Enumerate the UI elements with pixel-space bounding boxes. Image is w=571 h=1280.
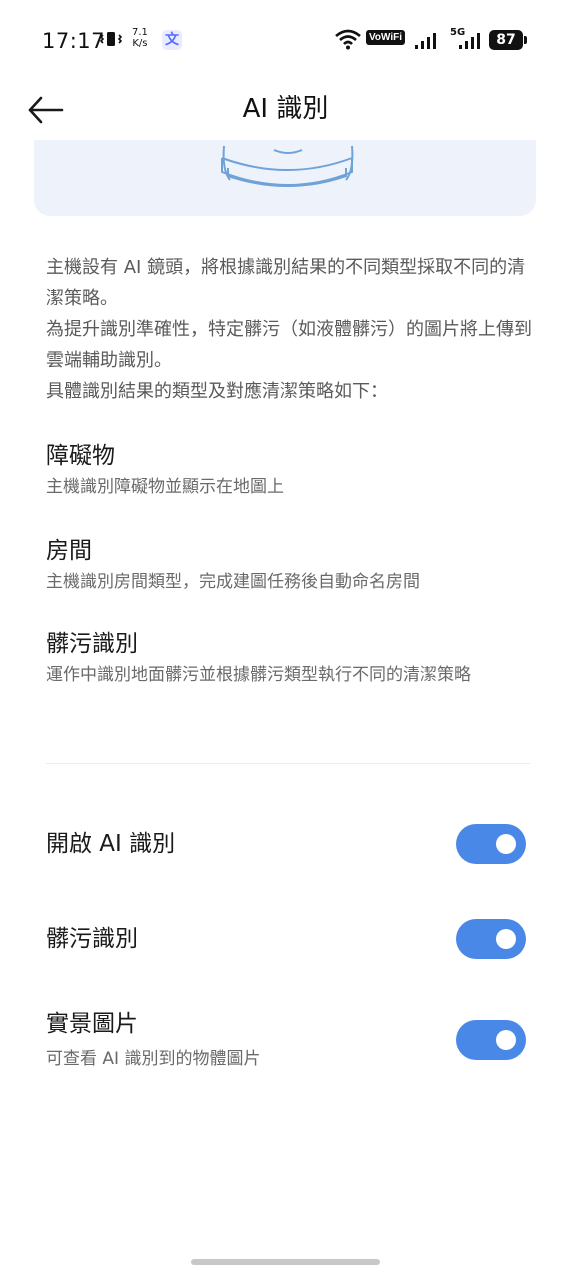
toggle-knob [496,929,516,949]
status-time: 17:17 [42,29,106,53]
signal-icon-1 [414,31,442,53]
setting-label: 實景圖片 [46,1011,138,1037]
live-photos-toggle[interactable] [456,1020,526,1060]
type-desc: 主機識別房間類型，完成建圖任務後自動命名房間 [46,572,420,592]
type-desc: 運作中識別地面髒污並根據髒污類型執行不同的清潔策略 [46,665,471,685]
ai-recognition-toggle[interactable] [456,824,526,864]
setting-label: 開啟 AI 識別 [46,831,176,857]
type-title: 房間 [46,538,92,564]
status-bar: 17:17 7.1 K/s 文 VoWiFi 5G 87 [0,0,571,80]
type-item-dirt: 髒污識別 運作中識別地面髒污並根據髒污類型執行不同的清潔策略 [46,628,536,688]
description-paragraph: 具體識別結果的類型及對應清潔策略如下： [46,381,388,402]
type-title: 障礙物 [46,443,115,469]
description-paragraph: 主機設有 AI 鏡頭，將根據識別結果的不同類型採取不同的清潔策略。 [46,257,526,309]
translate-app-icon: 文 [162,30,182,50]
setting-subtitle: 可查看 AI 識別到的物體圖片 [46,1049,261,1069]
network-speed-value: 7.1 [132,27,148,38]
setting-ai-recognition: 開啟 AI 識別 [46,828,526,860]
setting-live-photos: 實景圖片 可查看 AI 識別到的物體圖片 [46,1008,526,1072]
battery-indicator: 87 [489,30,523,50]
battery-tip [524,36,527,44]
app-header: AI 識別 [0,80,571,140]
robot-vacuum-icon [221,145,354,187]
page-title: AI 識別 [242,94,329,124]
type-desc: 主機識別障礙物並顯示在地圖上 [46,477,284,497]
vibrate-icon [99,30,123,52]
description-paragraph: 為提升識別準確性，特定髒污（如液體髒污）的圖片將上傳到雲端輔助識別。 [46,319,532,371]
ai-description: 主機設有 AI 鏡頭，將根據識別結果的不同類型採取不同的清潔策略。 為提升識別準… [46,252,536,407]
setting-dirt-recognition: 髒污識別 [46,923,526,955]
robot-illustration-card [34,140,536,216]
divider [46,763,530,764]
setting-label: 髒污識別 [46,926,138,952]
signal-icon-2 [458,31,484,53]
wifi-icon [334,28,362,54]
home-indicator[interactable] [191,1259,380,1265]
toggle-knob [496,834,516,854]
network-speed-unit: K/s [132,38,148,49]
type-item-obstacle: 障礙物 主機識別障礙物並顯示在地圖上 [46,440,536,500]
type-title: 髒污識別 [46,631,138,657]
vowifi-badge: VoWiFi [366,30,406,45]
toggle-knob [496,1030,516,1050]
type-item-room: 房間 主機識別房間類型，完成建圖任務後自動命名房間 [46,535,536,595]
dirt-recognition-toggle[interactable] [456,919,526,959]
network-speed: 7.1 K/s [132,27,148,49]
